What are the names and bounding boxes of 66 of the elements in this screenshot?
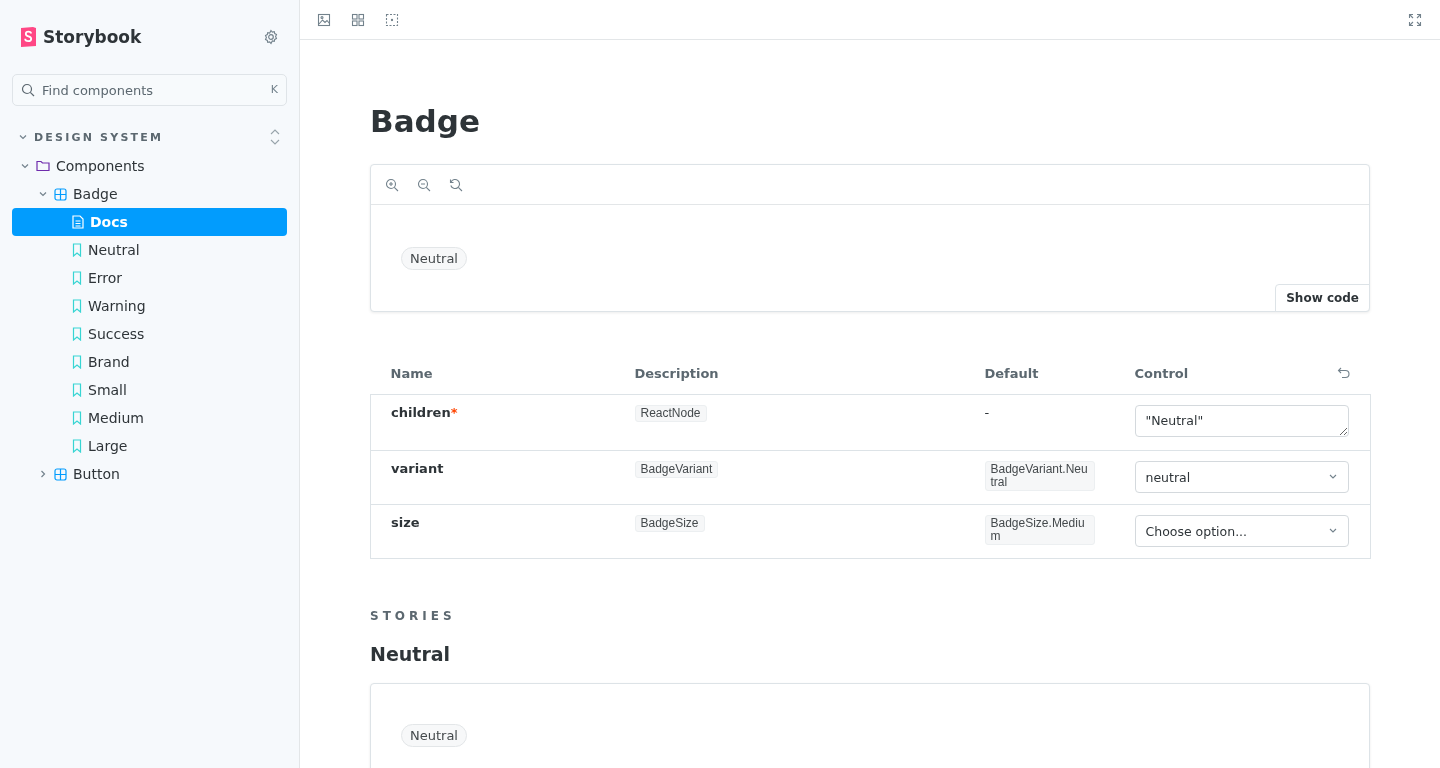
component-icon	[54, 467, 67, 481]
image-icon[interactable]	[317, 12, 331, 27]
zoom-in-icon[interactable]	[385, 177, 399, 192]
chevron-icon[interactable]	[38, 189, 48, 199]
text-area[interactable]: "Neutral"	[1134, 405, 1349, 437]
zoom-out-icon[interactable]	[417, 177, 431, 192]
section-header[interactable]: DESIGN SYSTEM	[18, 130, 164, 144]
show-code-button[interactable]: Show code	[1275, 284, 1370, 312]
grid-icon[interactable]	[351, 12, 365, 27]
bookmark-icon	[72, 327, 82, 341]
component-icon	[54, 187, 67, 201]
column-header: Name	[370, 352, 615, 395]
badge: Neutral	[401, 724, 467, 747]
prop-name: variant	[391, 461, 444, 476]
document-icon	[72, 215, 84, 229]
fullscreen-icon[interactable]	[1408, 12, 1422, 27]
caret-icon	[1327, 528, 1338, 534]
prop-type: BadgeSize	[634, 515, 705, 532]
tree-item[interactable]: Medium	[12, 404, 287, 432]
settings-icon[interactable]	[263, 29, 279, 45]
column-header: Default	[964, 352, 1115, 395]
tree-item[interactable]: Large	[12, 432, 287, 460]
story-title: Neutral	[370, 643, 452, 665]
outline-icon[interactable]	[385, 12, 399, 27]
search-icon	[21, 83, 35, 97]
tree-item[interactable]: Components	[12, 152, 287, 180]
logo-icon	[20, 26, 37, 48]
prop-type: BadgeVariant	[634, 461, 719, 478]
default-value: -	[984, 405, 990, 420]
tree-item[interactable]: Error	[12, 264, 287, 292]
folder-icon	[36, 160, 50, 172]
chevron-icon[interactable]	[20, 161, 30, 171]
select-dropdown[interactable]: neutral	[1134, 461, 1349, 493]
undo-icon[interactable]	[1336, 366, 1351, 380]
caret-icon	[1327, 474, 1338, 480]
tree-item[interactable]: Warning	[12, 292, 287, 320]
shortcut-key: K	[270, 83, 278, 96]
tree-item[interactable]: Neutral	[12, 236, 287, 264]
bookmark-icon	[72, 299, 82, 313]
tree-item[interactable]: Success	[12, 320, 287, 348]
tree-item[interactable]: Small	[12, 376, 287, 404]
prop-name: children*	[391, 405, 458, 420]
brand-name: Storybook	[43, 27, 142, 47]
column-header: Description	[614, 352, 965, 395]
expand-collapse-icon[interactable]	[269, 128, 281, 146]
chevron-icon[interactable]	[18, 132, 28, 142]
select-dropdown[interactable]: Choose option...	[1134, 515, 1349, 547]
bookmark-icon	[72, 383, 82, 397]
chevron-icon[interactable]	[38, 469, 48, 479]
bookmark-icon	[72, 439, 82, 453]
bookmark-icon	[72, 355, 82, 369]
default-value: BadgeVariant.Neutral	[984, 461, 1095, 491]
prop-type: ReactNode	[634, 405, 707, 422]
bookmark-icon	[72, 411, 82, 425]
tree-item[interactable]: Brand	[12, 348, 287, 376]
section-heading: STORIES	[370, 609, 457, 623]
bookmark-icon	[72, 271, 82, 285]
prop-name: size	[391, 515, 420, 530]
badge: Neutral	[401, 246, 467, 270]
reset-zoom-icon[interactable]	[449, 177, 463, 192]
column-header: Control	[1134, 365, 1189, 381]
bookmark-icon	[72, 243, 82, 257]
tree-item[interactable]: Badge	[12, 180, 287, 208]
tree-item[interactable]: Button	[12, 460, 287, 488]
default-value: BadgeSize.Medium	[984, 515, 1095, 545]
page-title: Badge	[370, 102, 481, 140]
